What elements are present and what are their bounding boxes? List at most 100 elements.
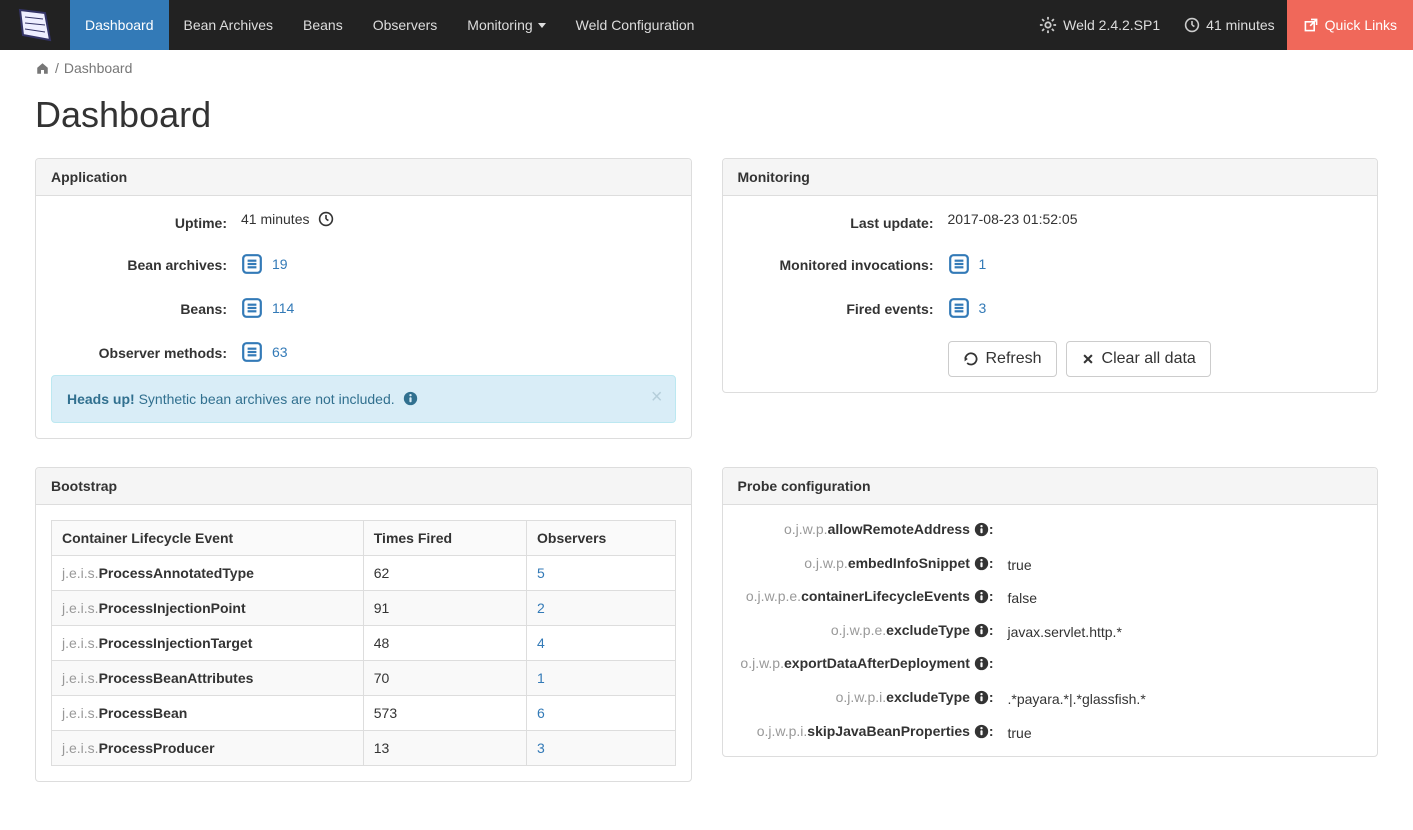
info-icon (974, 690, 989, 705)
table-row: j.e.i.s.ProcessInjectionPoint91 2 (52, 591, 676, 626)
nav-version: Weld 2.4.2.SP1 (1027, 16, 1172, 34)
lifecycle-times: 13 (363, 731, 526, 766)
panel-bootstrap: Bootstrap Container Lifecycle Event Time… (35, 467, 692, 782)
close-icon[interactable]: × (651, 386, 663, 409)
nav-weld-configuration[interactable]: Weld Configuration (561, 0, 710, 50)
lifecycle-observers-link[interactable]: 5 (537, 565, 545, 581)
brand-logo[interactable] (0, 0, 70, 50)
info-icon (974, 724, 989, 739)
bootstrap-col-observers: Observers (527, 521, 675, 556)
nav-uptime: 41 minutes (1172, 17, 1286, 33)
panel-heading-bootstrap: Bootstrap (36, 468, 691, 505)
app-uptime-value: 41 minutes (241, 211, 676, 227)
info-icon (974, 556, 989, 571)
app-beans-link[interactable]: 114 (272, 300, 294, 316)
lifecycle-event: j.e.i.s.ProcessProducer (52, 731, 364, 766)
lifecycle-event: j.e.i.s.ProcessAnnotatedType (52, 556, 364, 591)
probe-config-value: .*payara.*|.*glassfish.* (1008, 688, 1363, 707)
probe-config-value (1008, 654, 1363, 657)
external-link-icon (1303, 17, 1319, 33)
panel-monitoring: Monitoring Last update: 2017-08-23 01:52… (722, 158, 1379, 393)
home-icon[interactable] (35, 61, 50, 76)
nav-dashboard[interactable]: Dashboard (70, 0, 169, 50)
quick-links-button[interactable]: Quick Links (1287, 0, 1413, 50)
lifecycle-observers-link[interactable]: 6 (537, 705, 545, 721)
probe-config-key: o.j.w.p.i.skipJavaBeanProperties : (738, 722, 1008, 742)
breadcrumb-current: Dashboard (64, 60, 133, 76)
table-row: j.e.i.s.ProcessAnnotatedType62 5 (52, 556, 676, 591)
probe-config-key: o.j.w.p.exportDataAfterDeployment : (738, 654, 1008, 674)
app-uptime-label: Uptime: (51, 211, 241, 231)
probe-config-key: o.j.w.p.allowRemoteAddress : (738, 520, 1008, 540)
clear-all-data-button[interactable]: Clear all data (1066, 341, 1211, 377)
nav-observers[interactable]: Observers (358, 0, 453, 50)
refresh-icon (963, 351, 979, 367)
nav-bean-archives[interactable]: Bean Archives (169, 0, 289, 50)
nav-monitoring[interactable]: Monitoring (452, 0, 560, 50)
app-alert: Heads up! Synthetic bean archives are no… (51, 375, 676, 423)
lifecycle-observers-link[interactable]: 1 (537, 670, 545, 686)
list-icon (241, 341, 263, 363)
mon-invocations-link[interactable]: 1 (979, 256, 987, 272)
nav-beans[interactable]: Beans (288, 0, 358, 50)
lifecycle-times: 62 (363, 556, 526, 591)
mon-last-update-label: Last update: (738, 211, 948, 231)
clock-icon (318, 211, 334, 227)
panel-application: Application Uptime: 41 minutes Bean arch… (35, 158, 692, 439)
table-row: j.e.i.s.ProcessInjectionTarget484 (52, 626, 676, 661)
app-bean-archives-label: Bean archives: (51, 253, 241, 273)
mon-invocations-label: Monitored invocations: (738, 253, 948, 273)
lifecycle-event: j.e.i.s.ProcessBeanAttributes (52, 661, 364, 696)
list-icon (241, 297, 263, 319)
probe-config-key: o.j.w.p.e.containerLifecycleEvents : (738, 587, 1008, 607)
app-bean-archives-link[interactable]: 19 (272, 256, 288, 272)
page-title: Dashboard (35, 94, 1378, 136)
app-observer-methods-label: Observer methods: (51, 341, 241, 361)
list-icon (241, 253, 263, 275)
list-icon (948, 253, 970, 275)
mon-fired-events-link[interactable]: 3 (979, 300, 987, 316)
lifecycle-observers-link[interactable]: 3 (537, 740, 545, 756)
bootstrap-col-event: Container Lifecycle Event (52, 521, 364, 556)
remove-icon (1081, 352, 1095, 366)
lifecycle-event: j.e.i.s.ProcessBean (52, 696, 364, 731)
mon-last-update-value: 2017-08-23 01:52:05 (948, 211, 1363, 227)
mon-fired-events-label: Fired events: (738, 297, 948, 317)
lifecycle-event: j.e.i.s.ProcessInjectionPoint (52, 591, 364, 626)
probe-config-key: o.j.w.p.i.excludeType : (738, 688, 1008, 708)
info-icon (974, 623, 989, 638)
lifecycle-times: 70 (363, 661, 526, 696)
panel-heading-monitoring: Monitoring (723, 159, 1378, 196)
info-icon (974, 656, 989, 671)
panel-heading-application: Application (36, 159, 691, 196)
probe-config-value: true (1008, 722, 1363, 741)
clock-icon (1184, 17, 1200, 33)
app-beans-label: Beans: (51, 297, 241, 317)
table-row: j.e.i.s.ProcessBean573 6 (52, 696, 676, 731)
panel-probe-config: Probe configuration o.j.w.p.allowRemoteA… (722, 467, 1379, 757)
caret-down-icon (538, 21, 546, 29)
panel-heading-probe-config: Probe configuration (723, 468, 1378, 505)
info-icon (974, 589, 989, 604)
navbar: Dashboard Bean Archives Beans Observers … (0, 0, 1413, 50)
app-observer-methods-link[interactable]: 63 (272, 344, 288, 360)
list-icon (948, 297, 970, 319)
probe-config-key: o.j.w.p.e.excludeType : (738, 621, 1008, 641)
refresh-button[interactable]: Refresh (948, 341, 1057, 377)
probe-config-value: javax.servlet.http.* (1008, 621, 1363, 640)
probe-config-key: o.j.w.p.embedInfoSnippet : (738, 554, 1008, 574)
lifecycle-observers-link[interactable]: 2 (537, 600, 545, 616)
lifecycle-times: 91 (363, 591, 526, 626)
probe-config-value: false (1008, 587, 1363, 606)
probe-config-value (1008, 520, 1363, 523)
lifecycle-times: 573 (363, 696, 526, 731)
lifecycle-observers-link[interactable]: 4 (537, 635, 545, 651)
info-icon (974, 522, 989, 537)
probe-config-value: true (1008, 554, 1363, 573)
info-icon (403, 391, 418, 406)
breadcrumb: / Dashboard (35, 60, 1378, 76)
table-row: j.e.i.s.ProcessProducer13 3 (52, 731, 676, 766)
table-row: j.e.i.s.ProcessBeanAttributes70 1 (52, 661, 676, 696)
bootstrap-table: Container Lifecycle Event Times Fired Ob… (51, 520, 676, 766)
bootstrap-col-times: Times Fired (363, 521, 526, 556)
